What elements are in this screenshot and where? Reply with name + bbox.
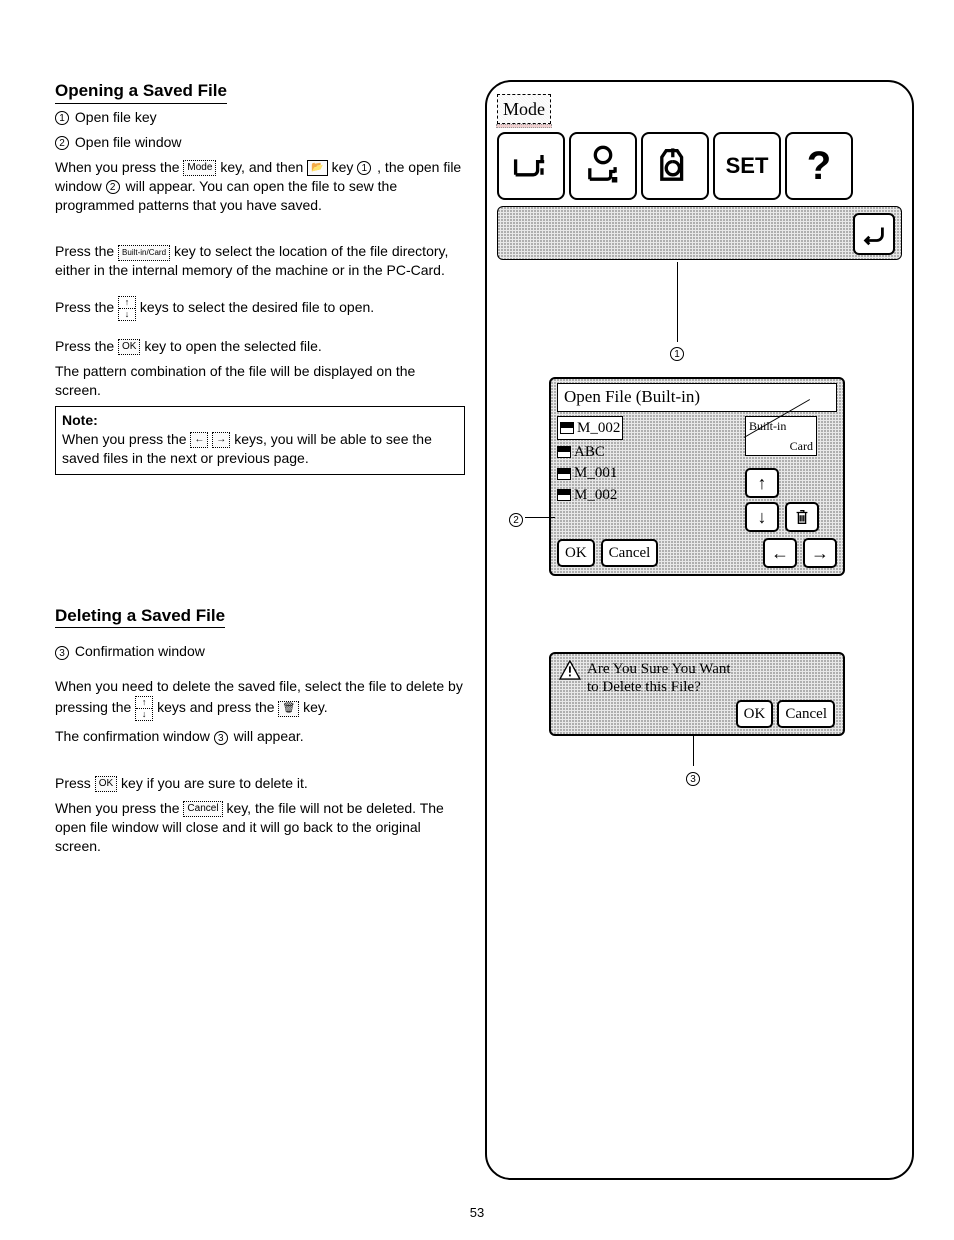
callout-label-3: 3 [686, 769, 702, 788]
confirmation-window: Are You Sure You Want to Delete this Fil… [549, 652, 845, 736]
section2-p2: The confirmation window 3 will appear. [55, 727, 465, 746]
ok-key-icon: OK [118, 339, 140, 355]
section2-p3: Press OK key if you are sure to delete i… [55, 774, 465, 793]
section1-p1: When you press the Mode key, and then 📂 … [55, 158, 465, 215]
file-row[interactable]: ABC [557, 442, 739, 463]
prev-page-button[interactable]: ← [763, 538, 797, 568]
location-toggle[interactable]: Built-in Card [745, 416, 817, 456]
circle-1b: 1 [357, 161, 371, 175]
callout-label-1: 1 [670, 344, 686, 363]
callout-line-1 [677, 262, 678, 342]
file-row[interactable]: M_002 [557, 485, 739, 506]
next-page-button[interactable]: → [803, 538, 837, 568]
trash-key-icon: 🗑 [278, 701, 299, 717]
section1-p5: The pattern combination of the file will… [55, 362, 465, 400]
secondary-bar [497, 206, 902, 260]
delete-button[interactable] [785, 502, 819, 532]
file-row[interactable]: M_001 [557, 463, 739, 484]
bullet-2: 2 Open file window [55, 133, 465, 152]
bullet-3-text: Confirmation window [75, 643, 205, 659]
updown-keys-icon: ↑↓ [118, 296, 136, 321]
file-list: M_002 ABC M_001 [557, 416, 739, 532]
down-button[interactable]: ↓ [745, 502, 779, 532]
section1-p2: Press the Built-in/Card key to select th… [55, 242, 465, 280]
note-label: Note: [62, 411, 458, 430]
section1-p3: Press the ↑↓ keys to select the desired … [55, 296, 465, 321]
circle-2: 2 [55, 136, 69, 150]
note-text: When you press the ← → keys, you will be… [62, 430, 458, 468]
bullet-1: 1 Open file key [55, 108, 465, 127]
file-icon [557, 468, 571, 480]
next-key-icon: → [212, 432, 230, 448]
section2-heading: Deleting a Saved File [55, 605, 225, 629]
bullet-2-text: Open file window [75, 134, 182, 150]
callout-line-2 [525, 517, 555, 518]
file-row-selected[interactable]: M_002 [557, 416, 623, 440]
circle-3: 3 [55, 646, 69, 660]
mode-toolbar: SET ? [497, 132, 902, 200]
confirm-message: Are You Sure You Want to Delete this Fil… [587, 660, 731, 696]
circle-2b: 2 [106, 180, 120, 194]
note-box: Note: When you press the ← → keys, you w… [55, 406, 465, 475]
right-column: Mode [485, 80, 914, 1180]
embroidery-mode-button[interactable] [569, 132, 637, 200]
return-button[interactable] [853, 213, 895, 255]
bullet-1-text: Open file key [75, 109, 157, 125]
device-panel: Mode [485, 80, 914, 1180]
updown-keys-icon-2: ↑↓ [135, 696, 153, 721]
page-number: 53 [0, 1204, 954, 1222]
prev-key-icon: ← [190, 432, 208, 448]
left-column: Opening a Saved File 1 Open file key 2 O… [55, 80, 465, 1180]
file-icon [560, 422, 574, 434]
callout-label-2: 2 [509, 510, 525, 529]
set-button[interactable]: SET [713, 132, 781, 200]
help-button[interactable]: ? [785, 132, 853, 200]
file-window-controls: Built-in Card ↑ ↓ [745, 416, 837, 532]
callout-line-3 [693, 736, 694, 766]
section2-p4: When you press the Cancel key, the file … [55, 799, 465, 856]
sewing-mode-button[interactable] [497, 132, 565, 200]
section2-p1: When you need to delete the saved file, … [55, 677, 465, 721]
up-button[interactable]: ↑ [745, 468, 779, 498]
section1-p4: Press the OK key to open the selected fi… [55, 337, 465, 356]
file-icon [557, 489, 571, 501]
mode-key-icon: Mode [183, 160, 216, 176]
circle-1: 1 [55, 111, 69, 125]
file-icon [557, 446, 571, 458]
ok-key-icon-2: OK [95, 776, 117, 792]
open-file-button[interactable] [641, 132, 709, 200]
confirm-ok-button[interactable]: OK [736, 700, 774, 728]
confirm-cancel-button[interactable]: Cancel [777, 700, 835, 728]
cancel-key-icon: Cancel [183, 801, 222, 817]
folder-key-icon: 📂 [307, 160, 327, 176]
circle-3b: 3 [214, 731, 228, 745]
location-key-icon: Built-in/Card [118, 245, 170, 261]
cancel-button[interactable]: Cancel [601, 539, 659, 567]
bullet-3: 3 Confirmation window [55, 642, 465, 661]
mode-tab[interactable]: Mode [497, 94, 551, 124]
ok-button[interactable]: OK [557, 539, 595, 567]
open-file-window: Open File (Built-in) M_002 ABC [549, 377, 845, 576]
warning-icon [559, 660, 581, 680]
section1-heading: Opening a Saved File [55, 80, 227, 104]
